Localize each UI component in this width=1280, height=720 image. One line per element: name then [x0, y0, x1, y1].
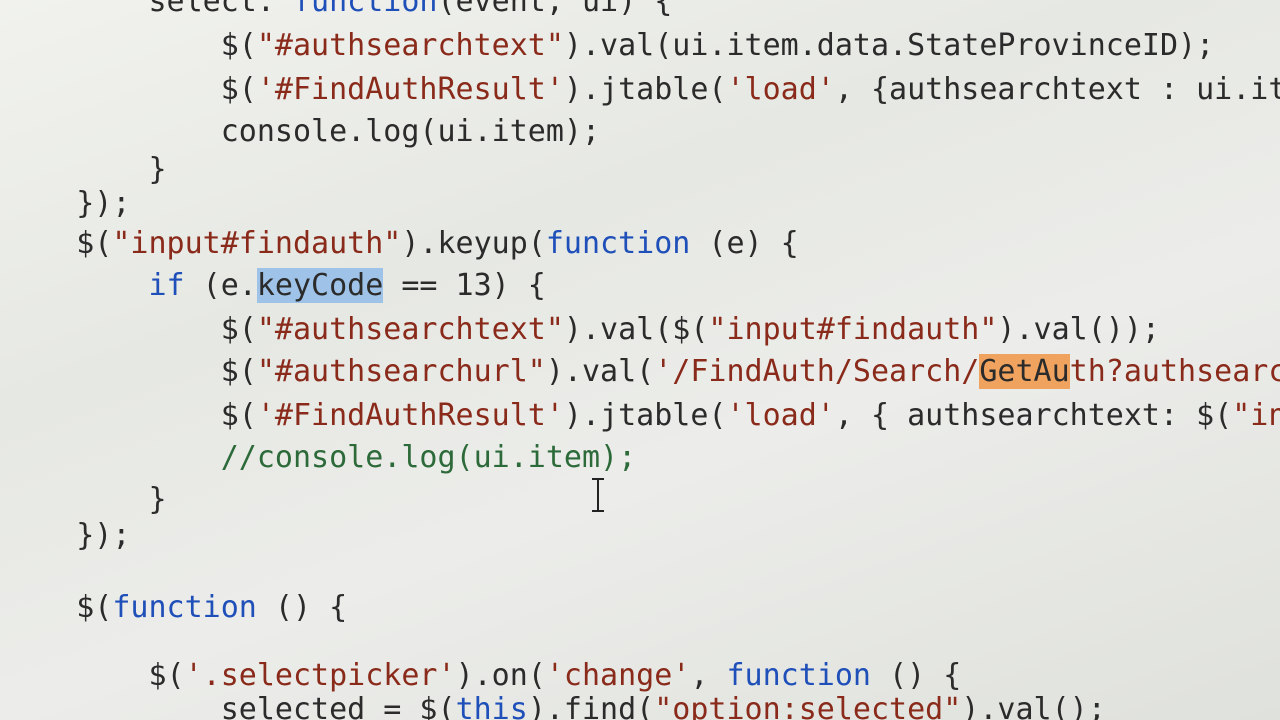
code-token: }); [76, 186, 131, 221]
code-line[interactable]: } [4, 480, 167, 520]
code-token: } [148, 482, 167, 517]
code-line[interactable]: }); [4, 184, 130, 224]
code-line[interactable]: select: function(event, ui) { [4, 0, 673, 22]
code-line[interactable]: $('#FindAuthResult').jtable('load', {aut… [4, 70, 1280, 110]
code-token: $( [220, 398, 257, 433]
code-token: } [148, 152, 167, 187]
code-token: ).val(); [961, 692, 1106, 720]
string-token: '#FindAuthResult' [256, 72, 564, 107]
code-token: ).jtable( [563, 398, 727, 433]
string-token: "input#findauth" [112, 226, 402, 261]
code-token: $( [220, 312, 257, 347]
code-line[interactable]: $("#authsearchurl").val('/FindAuth/Searc… [4, 352, 1280, 392]
code-token: () { [871, 658, 962, 693]
code-token: console.log(ui.item); [220, 114, 601, 149]
code-token: == 13) { [383, 268, 546, 303]
string-token: th?authsearch [1069, 354, 1280, 389]
string-token: "option:selected" [654, 692, 962, 720]
code-line[interactable]: $(function () { [4, 588, 347, 628]
code-token: $( [220, 28, 257, 63]
code-token: () { [256, 590, 348, 625]
code-line[interactable]: if (e.keyCode == 13) { [4, 266, 546, 306]
code-token: ).val( [545, 354, 655, 389]
code-token: select: [148, 0, 293, 19]
code-token: $( [76, 226, 113, 261]
code-token: ).on( [455, 658, 546, 693]
string-token: '.selectpicker' [184, 658, 456, 693]
code-token: ).val()); [997, 312, 1160, 347]
code-token: (e) { [690, 226, 799, 261]
code-token: ).keyup( [401, 226, 546, 261]
code-line[interactable]: //console.log(ui.item); [4, 438, 636, 478]
code-token: $( [76, 590, 113, 625]
keyword-token: function [293, 0, 438, 19]
comment-token: //console.log(ui.item); [220, 440, 637, 475]
string-token: "inp [1232, 398, 1280, 433]
code-token: }); [76, 518, 131, 553]
code-token: (event, ui) { [437, 0, 673, 19]
code-token: , {authsearchtext : ui.ite [834, 72, 1280, 107]
code-token: $( [220, 354, 257, 389]
keyword-token: function [545, 226, 691, 261]
code-token: ).find( [527, 692, 655, 720]
code-line[interactable]: $("#authsearchtext").val($("input#findau… [4, 310, 1160, 350]
code-token: ).val(ui.item.data.StateProvinceID); [563, 28, 1215, 63]
code-token: , [690, 658, 727, 693]
keyword-token: this [455, 692, 528, 720]
selected-text: keyCode [256, 268, 384, 303]
keyword-token: function [112, 590, 257, 625]
keyword-token: if [148, 268, 185, 303]
string-token: "#authsearchurl" [256, 354, 546, 389]
code-line[interactable]: selected = $(this).find("option:selected… [4, 690, 1106, 720]
code-line[interactable]: $("input#findauth").keyup(function (e) { [4, 224, 799, 264]
code-token: ).val($( [563, 312, 709, 347]
keyword-token: function [726, 658, 872, 693]
code-line[interactable]: $('#FindAuthResult').jtable('load', { au… [4, 396, 1280, 436]
code-token: $( [220, 72, 257, 107]
code-token: $( [148, 658, 185, 693]
code-editor[interactable]: select: function(event, ui) { $("#authse… [0, 0, 1280, 720]
text-cursor-icon [592, 478, 604, 512]
code-token: selected = $( [220, 692, 456, 720]
code-line[interactable]: }); [4, 516, 130, 556]
string-token: '#FindAuthResult' [256, 398, 564, 433]
string-token: "#authsearchtext" [256, 312, 564, 347]
code-token: ).jtable( [563, 72, 727, 107]
find-match-highlight: GetAu [979, 354, 1070, 389]
string-token: 'load' [726, 398, 835, 433]
code-line[interactable]: console.log(ui.item); [4, 112, 600, 152]
string-token: 'load' [726, 72, 835, 107]
string-token: '/FindAuth/Search/ [654, 354, 980, 389]
string-token: 'change' [545, 658, 691, 693]
code-line[interactable]: $("#authsearchtext").val(ui.item.data.St… [4, 26, 1214, 66]
code-token: , { authsearchtext: $( [834, 398, 1233, 433]
string-token: "input#findauth" [708, 312, 998, 347]
code-token: (e. [184, 268, 257, 303]
string-token: "#authsearchtext" [256, 28, 564, 63]
